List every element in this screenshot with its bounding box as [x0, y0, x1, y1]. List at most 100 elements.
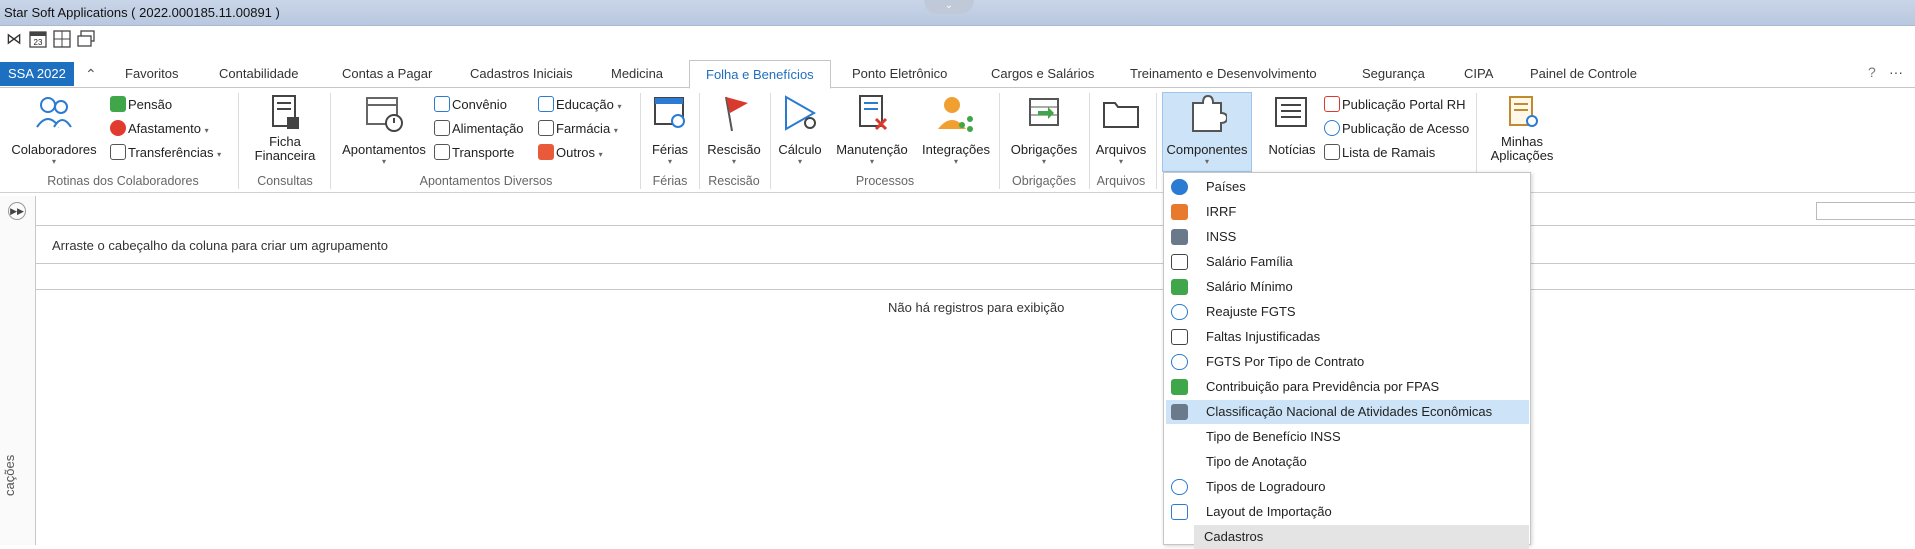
menu-item-reajuste-fgts[interactable]: Reajuste FGTS	[1166, 300, 1529, 324]
transporte-button[interactable]: Transporte	[434, 143, 514, 163]
tab-painel-de-controle[interactable]: Painel de Controle	[1530, 60, 1637, 88]
pensao-button[interactable]: Pensão	[110, 95, 172, 115]
group-panel[interactable]: Arraste o cabeçalho da coluna para criar…	[36, 226, 1915, 264]
rescisao-label: Rescisão	[707, 142, 761, 157]
menu-item-cnae[interactable]: Classificação Nacional de Atividades Eco…	[1166, 400, 1529, 424]
ribbon-separator	[238, 93, 239, 189]
app-menu-button[interactable]: SSA 2022	[0, 62, 74, 86]
tab-contabilidade[interactable]: Contabilidade	[219, 60, 299, 88]
menu-item-faltas[interactable]: Faltas Injustificadas	[1166, 325, 1529, 349]
tab-contas-a-pagar[interactable]: Contas a Pagar	[342, 60, 432, 88]
obrigacoes-button[interactable]: Obrigações ▾	[1004, 93, 1084, 167]
apontamentos-label: Apontamentos	[342, 142, 426, 157]
apontamentos-button[interactable]: Apontamentos ▾	[338, 93, 430, 167]
alimentacao-button[interactable]: Alimentação	[434, 119, 524, 139]
tab-seguranca[interactable]: Segurança	[1362, 60, 1425, 88]
tab-favoritos[interactable]: Favoritos	[125, 60, 178, 88]
menu-item-label: Classificação Nacional de Atividades Eco…	[1206, 404, 1493, 419]
group-ferias: Férias	[652, 174, 688, 188]
menu-item-label: Contribuição para Previdência por FPAS	[1206, 379, 1440, 394]
menu-item-label: Salário Família	[1206, 254, 1293, 269]
minhas-label-2: Aplicações	[1490, 148, 1554, 163]
menu-item-label: FGTS Por Tipo de Contrato	[1206, 354, 1365, 369]
lista-ramais-button[interactable]: Lista de Ramais	[1324, 143, 1435, 163]
componentes-button[interactable]: Componentes ▾	[1162, 92, 1252, 172]
outros-label: Outros	[556, 145, 596, 160]
upload-icon	[1324, 96, 1340, 112]
farmacia-button[interactable]: Farmácia ▾	[538, 119, 618, 139]
menu-item-salario-familia[interactable]: Salário Família	[1166, 250, 1529, 274]
menu-item-cadastros[interactable]: Cadastros	[1194, 525, 1529, 549]
menu-item-irrf[interactable]: IRRF	[1166, 200, 1529, 224]
help-icon[interactable]: ?	[1868, 64, 1876, 80]
ficha-label-2: Financeira	[254, 148, 316, 163]
filter-input[interactable]: ▼	[1816, 202, 1915, 220]
ribbon-separator	[770, 93, 771, 189]
chevron-down-icon: ▾	[51, 157, 56, 166]
ribbon-separator	[330, 93, 331, 189]
transferencias-button[interactable]: Transferências ▾	[110, 143, 221, 163]
educacao-button[interactable]: Educação ▾	[538, 95, 621, 115]
convenio-button[interactable]: Convênio	[434, 95, 507, 115]
pharmacy-icon	[538, 120, 554, 136]
windows-icon[interactable]	[76, 30, 96, 50]
menu-item-label: Salário Mínimo	[1206, 279, 1293, 294]
chevron-down-icon: ▾	[1118, 157, 1123, 166]
chevron-down-icon: ▾	[217, 150, 222, 159]
tab-folha-e-beneficios[interactable]: Folha e Benefícios	[689, 60, 831, 89]
money-icon	[1171, 279, 1188, 295]
outros-button[interactable]: Outros ▾	[538, 143, 603, 163]
integracoes-button[interactable]: Integrações ▾	[918, 93, 994, 167]
grid-icon[interactable]	[52, 30, 72, 50]
tab-treinamento[interactable]: Treinamento e Desenvolvimento	[1130, 60, 1317, 88]
chevron-down-icon[interactable]: ⌄	[924, 0, 974, 14]
menu-item-inss[interactable]: INSS	[1166, 225, 1529, 249]
grid-toolbar: ▼	[36, 196, 1915, 226]
inss-icon	[1171, 229, 1188, 245]
afastamento-button[interactable]: Afastamento ▾	[110, 119, 209, 139]
group-processos: Processos	[855, 174, 915, 188]
expand-icon[interactable]: ▶▶	[8, 202, 26, 220]
ferias-button[interactable]: Férias ▾	[646, 93, 694, 167]
tab-ponto-eletronico[interactable]: Ponto Eletrônico	[852, 60, 947, 88]
more-icon[interactable]: ···	[1889, 64, 1903, 80]
tab-cadastros-iniciais[interactable]: Cadastros Iniciais	[470, 60, 573, 88]
collapse-ribbon-icon[interactable]: ⌃	[85, 60, 97, 88]
calendar-icon[interactable]: 23	[28, 30, 48, 50]
menu-item-contribuicao[interactable]: Contribuição para Previdência por FPAS	[1166, 375, 1529, 399]
colaboradores-button[interactable]: Colaboradores ▾	[8, 93, 100, 167]
publicacao-acesso-button[interactable]: Publicação de Acesso	[1324, 119, 1469, 139]
ribbon-separator	[1089, 93, 1090, 189]
tab-cargos-e-salarios[interactable]: Cargos e Salários	[991, 60, 1094, 88]
ferias-label: Férias	[651, 142, 689, 157]
publicacao-rh-button[interactable]: Publicação Portal RH	[1324, 95, 1466, 115]
manutencao-button[interactable]: Manutenção ▾	[832, 93, 912, 167]
bus-icon	[434, 144, 450, 160]
menu-item-tipo-beneficio[interactable]: Tipo de Benefício INSS	[1166, 425, 1529, 449]
calculo-button[interactable]: Cálculo ▾	[774, 93, 826, 167]
menu-item-paises[interactable]: Países	[1166, 175, 1529, 199]
menu-item-fgts-contrato[interactable]: FGTS Por Tipo de Contrato	[1166, 350, 1529, 374]
ribbon-separator	[1156, 93, 1157, 189]
menu-item-salario-minimo[interactable]: Salário Mínimo	[1166, 275, 1529, 299]
tab-cipa[interactable]: CIPA	[1464, 60, 1493, 88]
ribbon-separator	[640, 93, 641, 189]
rescisao-button[interactable]: Rescisão ▾	[704, 93, 764, 167]
menu-item-layout-importacao[interactable]: Layout de Importação	[1166, 500, 1529, 524]
componentes-label: Componentes	[1166, 142, 1248, 157]
menu-item-tipo-anotacao[interactable]: Tipo de Anotação	[1166, 450, 1529, 474]
menu-item-tipos-logradouro[interactable]: Tipos de Logradouro	[1166, 475, 1529, 499]
ficha-financeira-button[interactable]: Ficha Financeira	[244, 93, 326, 163]
news-icon	[1272, 93, 1312, 133]
schedule-icon	[364, 93, 404, 133]
refresh-icon	[1171, 304, 1188, 320]
noticias-button[interactable]: Notícias	[1264, 93, 1320, 157]
arquivos-button[interactable]: Arquivos ▾	[1092, 93, 1150, 167]
column-header-row[interactable]	[36, 264, 1915, 290]
transporte-label: Transporte	[452, 145, 515, 160]
chevron-down-icon: ▾	[613, 126, 618, 135]
minhas-aplicacoes-button[interactable]: Minhas Aplicações	[1480, 93, 1564, 163]
tab-medicina[interactable]: Medicina	[611, 60, 663, 88]
collapse-icon[interactable]: ⋈	[4, 30, 24, 50]
access-icon	[1324, 120, 1340, 136]
